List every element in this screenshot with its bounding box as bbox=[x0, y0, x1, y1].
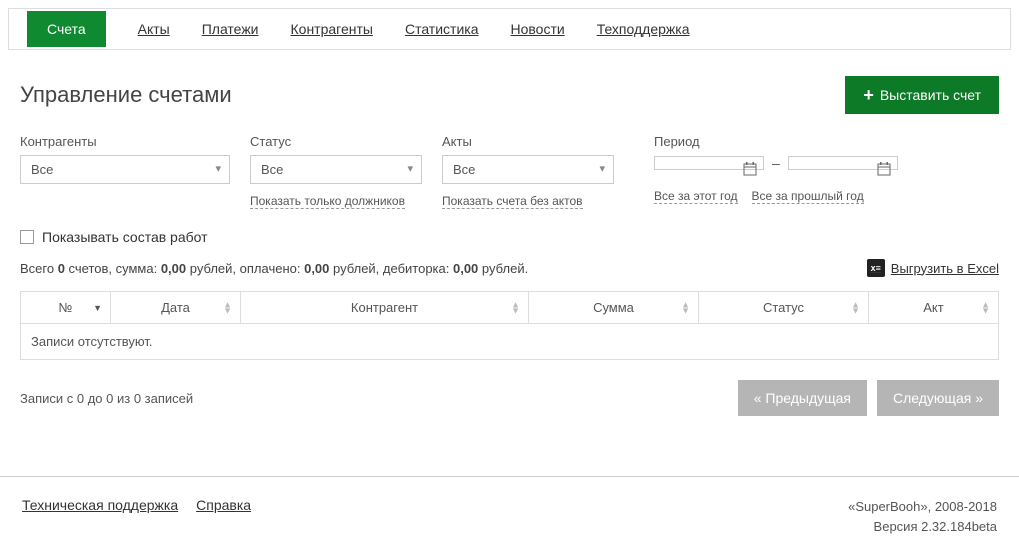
col-act[interactable]: Акт▲▼ bbox=[869, 292, 999, 324]
period-from-input[interactable] bbox=[654, 156, 764, 170]
calendar-icon bbox=[743, 162, 757, 179]
col-status[interactable]: Статус▲▼ bbox=[699, 292, 869, 324]
nav-support[interactable]: Техподдержка bbox=[597, 21, 690, 37]
filter-period-label: Период bbox=[654, 134, 898, 149]
export-excel-label: Выгрузить в Excel bbox=[891, 261, 999, 276]
nav-stats[interactable]: Статистика bbox=[405, 21, 479, 37]
footer-help-link[interactable]: Справка bbox=[196, 497, 251, 536]
plus-icon: + bbox=[863, 86, 874, 104]
filter-status-label: Статус bbox=[250, 134, 422, 149]
show-no-acts-link[interactable]: Показать счета без актов bbox=[442, 194, 583, 209]
create-invoice-label: Выставить счет bbox=[880, 87, 981, 103]
nav-payments[interactable]: Платежи bbox=[202, 21, 259, 37]
filter-status-select[interactable]: Все bbox=[250, 155, 422, 184]
invoices-table: №▼ Дата▲▼ Контрагент▲▼ Сумма▲▼ Статус▲▼ … bbox=[20, 291, 999, 360]
col-date[interactable]: Дата▲▼ bbox=[111, 292, 241, 324]
nav-acts[interactable]: Акты bbox=[138, 21, 170, 37]
period-last-year-link[interactable]: Все за прошлый год bbox=[752, 189, 864, 204]
nav-news[interactable]: Новости bbox=[510, 21, 564, 37]
filter-acts-select[interactable]: Все bbox=[442, 155, 614, 184]
col-contractor[interactable]: Контрагент▲▼ bbox=[241, 292, 529, 324]
period-this-year-link[interactable]: Все за этот год bbox=[654, 189, 738, 204]
footer-brand: «SuperBooh», 2008-2018 bbox=[848, 497, 997, 517]
show-works-label: Показывать состав работ bbox=[42, 229, 208, 245]
show-debtors-link[interactable]: Показать только должников bbox=[250, 194, 405, 209]
col-number[interactable]: №▼ bbox=[21, 292, 111, 324]
period-dash: – bbox=[772, 155, 780, 171]
filters-row: Контрагенты Все Статус Все Показать толь… bbox=[20, 134, 999, 209]
table-empty-row: Записи отсутствуют. bbox=[21, 324, 999, 360]
filter-contractor-select[interactable]: Все bbox=[20, 155, 230, 184]
footer: Техническая поддержка Справка «SuperBooh… bbox=[0, 476, 1019, 550]
calendar-icon bbox=[877, 162, 891, 179]
pager-prev-button[interactable]: « Предыдущая bbox=[738, 380, 867, 416]
filter-acts-label: Акты bbox=[442, 134, 614, 149]
nav-contractors[interactable]: Контрагенты bbox=[291, 21, 373, 37]
summary-text: Всего 0 счетов, сумма: 0,00 рублей, опла… bbox=[20, 261, 528, 276]
footer-version: Версия 2.32.184beta bbox=[848, 517, 997, 537]
nav-invoices[interactable]: Счета bbox=[27, 11, 106, 47]
period-to-input[interactable] bbox=[788, 156, 898, 170]
filter-contractor-label: Контрагенты bbox=[20, 134, 230, 149]
col-sum[interactable]: Сумма▲▼ bbox=[529, 292, 699, 324]
pager-info: Записи с 0 до 0 из 0 записей bbox=[20, 391, 193, 406]
page-title: Управление счетами bbox=[20, 82, 232, 108]
create-invoice-button[interactable]: + Выставить счет bbox=[845, 76, 999, 114]
excel-icon: x≡ bbox=[867, 259, 885, 277]
show-works-checkbox[interactable] bbox=[20, 230, 34, 244]
footer-tech-link[interactable]: Техническая поддержка bbox=[22, 497, 178, 536]
export-excel-link[interactable]: x≡ Выгрузить в Excel bbox=[867, 259, 999, 277]
pager-next-button[interactable]: Следующая » bbox=[877, 380, 999, 416]
main-nav: Счета Акты Платежи Контрагенты Статистик… bbox=[8, 8, 1011, 50]
